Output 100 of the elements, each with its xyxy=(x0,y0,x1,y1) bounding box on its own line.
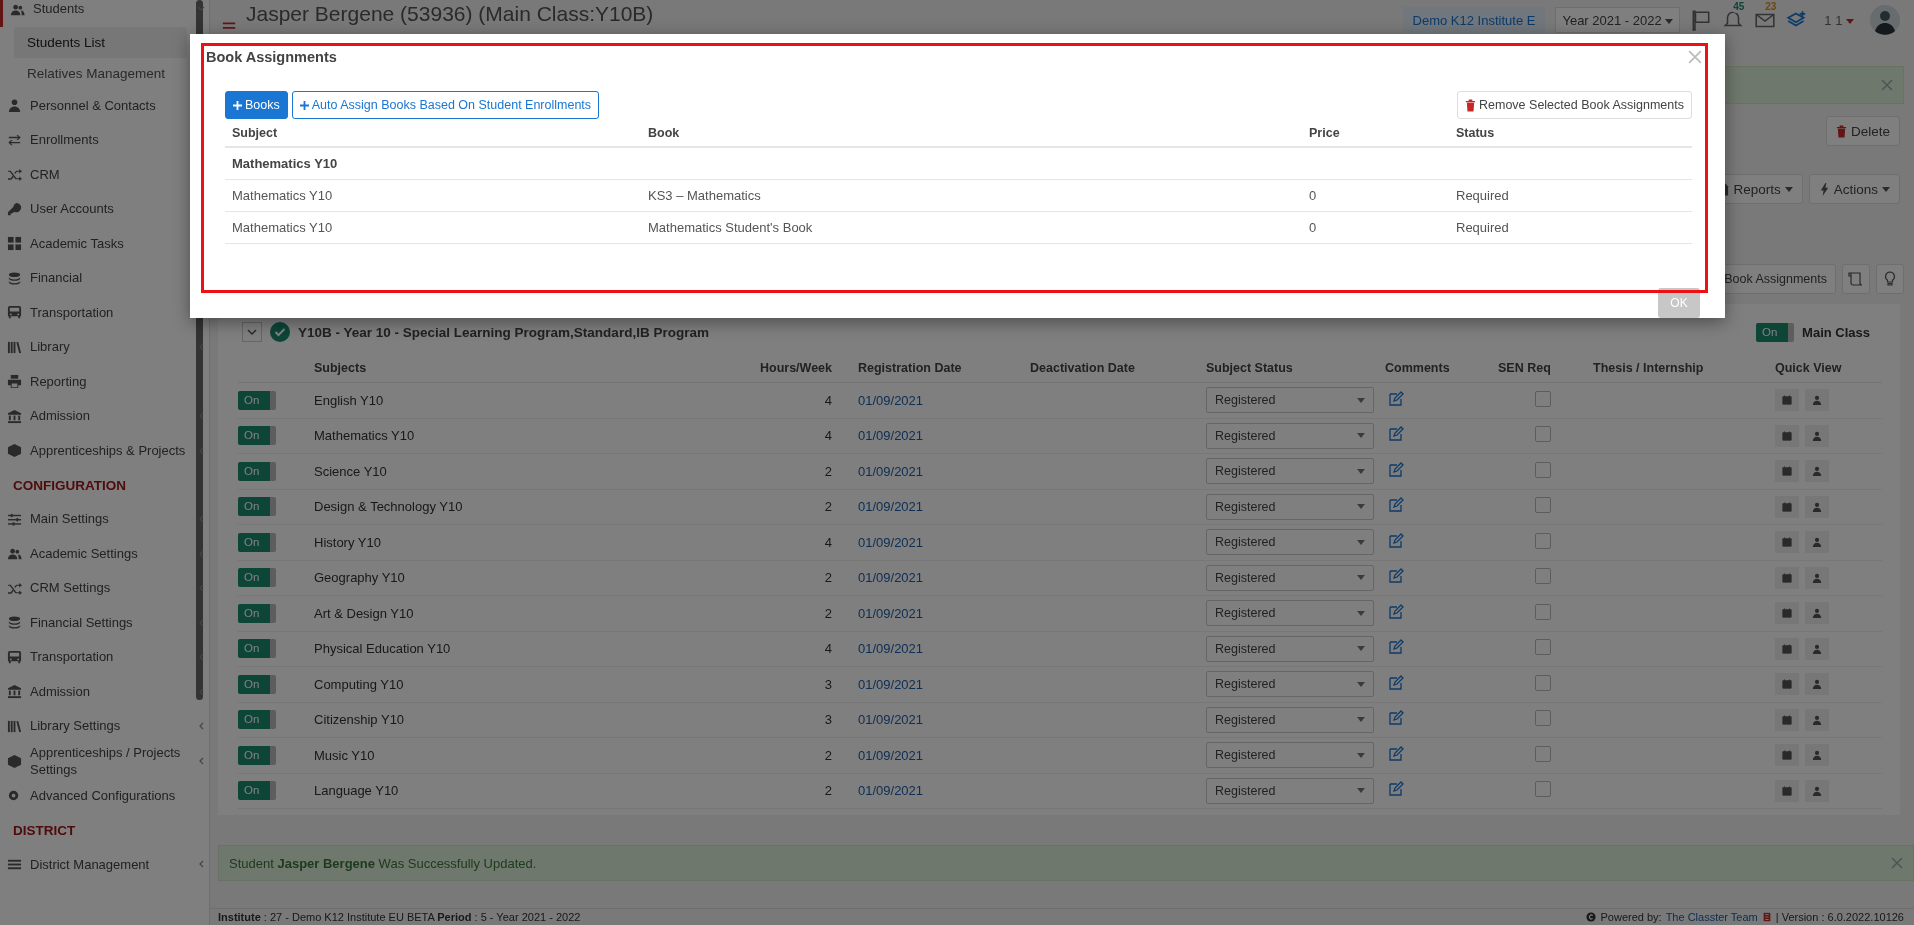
sidebar-item[interactable]: Personnel & Contacts xyxy=(0,88,209,123)
edit-icon[interactable] xyxy=(1388,390,1404,407)
sen-checkbox[interactable] xyxy=(1535,603,1551,620)
subject-toggle[interactable]: On xyxy=(238,532,276,552)
edit-icon[interactable] xyxy=(1388,781,1404,798)
sen-checkbox[interactable] xyxy=(1535,390,1551,407)
subject-toggle[interactable]: On xyxy=(238,461,276,481)
calendar-button[interactable] xyxy=(1775,673,1799,696)
auto-assign-button[interactable]: Auto Assign Books Based On Student Enrollments xyxy=(291,91,600,119)
subject-toggle[interactable]: On xyxy=(238,568,276,588)
calendar-button[interactable] xyxy=(1775,424,1799,447)
subject-toggle[interactable]: On xyxy=(238,426,276,446)
status-dropdown[interactable]: Registered xyxy=(1206,387,1374,414)
calendar-button[interactable] xyxy=(1775,389,1799,412)
subject-toggle[interactable]: On xyxy=(238,390,276,410)
sen-checkbox[interactable] xyxy=(1535,532,1551,549)
sen-checkbox[interactable] xyxy=(1535,568,1551,585)
hint-button[interactable] xyxy=(1876,264,1904,294)
team-link[interactable]: The Classter Team xyxy=(1665,911,1758,923)
subject-toggle[interactable]: On xyxy=(238,745,276,765)
status-dropdown[interactable]: Registered xyxy=(1206,671,1374,698)
edit-icon[interactable] xyxy=(1388,710,1404,727)
sidebar-item[interactable]: Transportation xyxy=(0,295,209,330)
sidebar-item[interactable]: Apprenticeships / Projects Settings xyxy=(0,743,209,779)
status-dropdown[interactable]: Registered xyxy=(1206,742,1374,769)
status-dropdown[interactable]: Registered xyxy=(1206,458,1374,485)
sidebar-item[interactable]: Enrollments xyxy=(0,123,209,158)
status-dropdown[interactable]: Registered xyxy=(1206,706,1374,733)
year-dropdown[interactable]: Year 2021 - 2022 xyxy=(1555,7,1681,33)
profile-button[interactable] xyxy=(1805,602,1829,625)
profile-button[interactable] xyxy=(1805,566,1829,589)
calendar-button[interactable] xyxy=(1775,566,1799,589)
subject-toggle[interactable]: On xyxy=(238,674,276,694)
profile-button[interactable] xyxy=(1805,637,1829,660)
profile-button[interactable] xyxy=(1805,389,1829,412)
calendar-button[interactable] xyxy=(1775,460,1799,483)
sidebar-item[interactable]: District Management xyxy=(0,847,209,882)
calendar-button[interactable] xyxy=(1775,495,1799,518)
edit-icon[interactable] xyxy=(1388,603,1404,620)
avatar[interactable] xyxy=(1870,5,1900,35)
status-dropdown[interactable]: Registered xyxy=(1206,529,1374,556)
edit-icon[interactable] xyxy=(1388,674,1404,691)
edit-icon[interactable] xyxy=(1388,639,1404,656)
status-dropdown[interactable]: Registered xyxy=(1206,777,1374,804)
edit-icon[interactable] xyxy=(1388,461,1404,478)
sidebar-item[interactable]: CRM xyxy=(0,157,209,192)
subject-toggle[interactable]: On xyxy=(238,639,276,659)
profile-button[interactable] xyxy=(1805,673,1829,696)
profile-button[interactable] xyxy=(1805,531,1829,554)
profile-button[interactable] xyxy=(1805,708,1829,731)
status-dropdown[interactable]: Registered xyxy=(1206,600,1374,627)
edit-icon[interactable] xyxy=(1388,745,1404,762)
profile-button[interactable] xyxy=(1805,744,1829,767)
sen-checkbox[interactable] xyxy=(1535,745,1551,762)
calendar-button[interactable] xyxy=(1775,602,1799,625)
sen-checkbox[interactable] xyxy=(1535,674,1551,691)
remove-assignments-button[interactable]: Remove Selected Book Assignments xyxy=(1457,91,1692,119)
calendar-button[interactable] xyxy=(1775,708,1799,731)
institute-button[interactable]: Demo K12 Institute E xyxy=(1402,7,1546,33)
main-class-toggle[interactable]: On xyxy=(1756,322,1795,342)
status-dropdown[interactable]: Registered xyxy=(1206,422,1374,449)
close-icon[interactable] xyxy=(1881,79,1893,91)
sidebar-item[interactable]: Library Settings xyxy=(0,709,209,744)
user-menu[interactable]: 1 1 xyxy=(1818,11,1860,29)
subject-toggle[interactable]: On xyxy=(238,710,276,730)
calendar-button[interactable] xyxy=(1775,637,1799,660)
edit-icon[interactable] xyxy=(1388,532,1404,549)
chevron-down-icon[interactable] xyxy=(242,322,262,342)
calendar-button[interactable] xyxy=(1775,744,1799,767)
sen-checkbox[interactable] xyxy=(1535,639,1551,656)
sidebar-item[interactable]: User Accounts xyxy=(0,192,209,227)
close-icon[interactable] xyxy=(1891,857,1903,869)
subject-toggle[interactable]: On xyxy=(238,781,276,801)
status-dropdown[interactable]: Registered xyxy=(1206,635,1374,662)
delete-button[interactable]: Delete xyxy=(1825,116,1900,146)
actions-button[interactable]: Actions xyxy=(1808,174,1900,204)
edit-icon[interactable] xyxy=(1388,497,1404,514)
add-books-button[interactable]: Books xyxy=(225,91,288,119)
sen-checkbox[interactable] xyxy=(1535,461,1551,478)
sidebar-item[interactable]: Advanced Configurations xyxy=(0,778,209,814)
sidebar-item[interactable]: Academic Tasks xyxy=(0,226,209,261)
sen-checkbox[interactable] xyxy=(1535,426,1551,443)
sidebar-subitem[interactable]: Relatives Management xyxy=(14,57,187,89)
profile-button[interactable] xyxy=(1805,424,1829,447)
calendar-button[interactable] xyxy=(1775,779,1799,802)
sen-checkbox[interactable] xyxy=(1535,710,1551,727)
profile-button[interactable] xyxy=(1805,779,1829,802)
profile-button[interactable] xyxy=(1805,495,1829,518)
sidebar-item[interactable]: Financial xyxy=(0,261,209,296)
calendar-button[interactable] xyxy=(1775,531,1799,554)
edit-icon[interactable] xyxy=(1388,426,1404,443)
sidebar-subitem[interactable]: Students List xyxy=(14,26,187,58)
status-dropdown[interactable]: Registered xyxy=(1206,493,1374,520)
sen-checkbox[interactable] xyxy=(1535,781,1551,798)
profile-button[interactable] xyxy=(1805,460,1829,483)
sen-checkbox[interactable] xyxy=(1535,497,1551,514)
subject-toggle[interactable]: On xyxy=(238,497,276,517)
subject-toggle[interactable]: On xyxy=(238,603,276,623)
scroll-button[interactable] xyxy=(1842,264,1870,294)
status-dropdown[interactable]: Registered xyxy=(1206,564,1374,591)
